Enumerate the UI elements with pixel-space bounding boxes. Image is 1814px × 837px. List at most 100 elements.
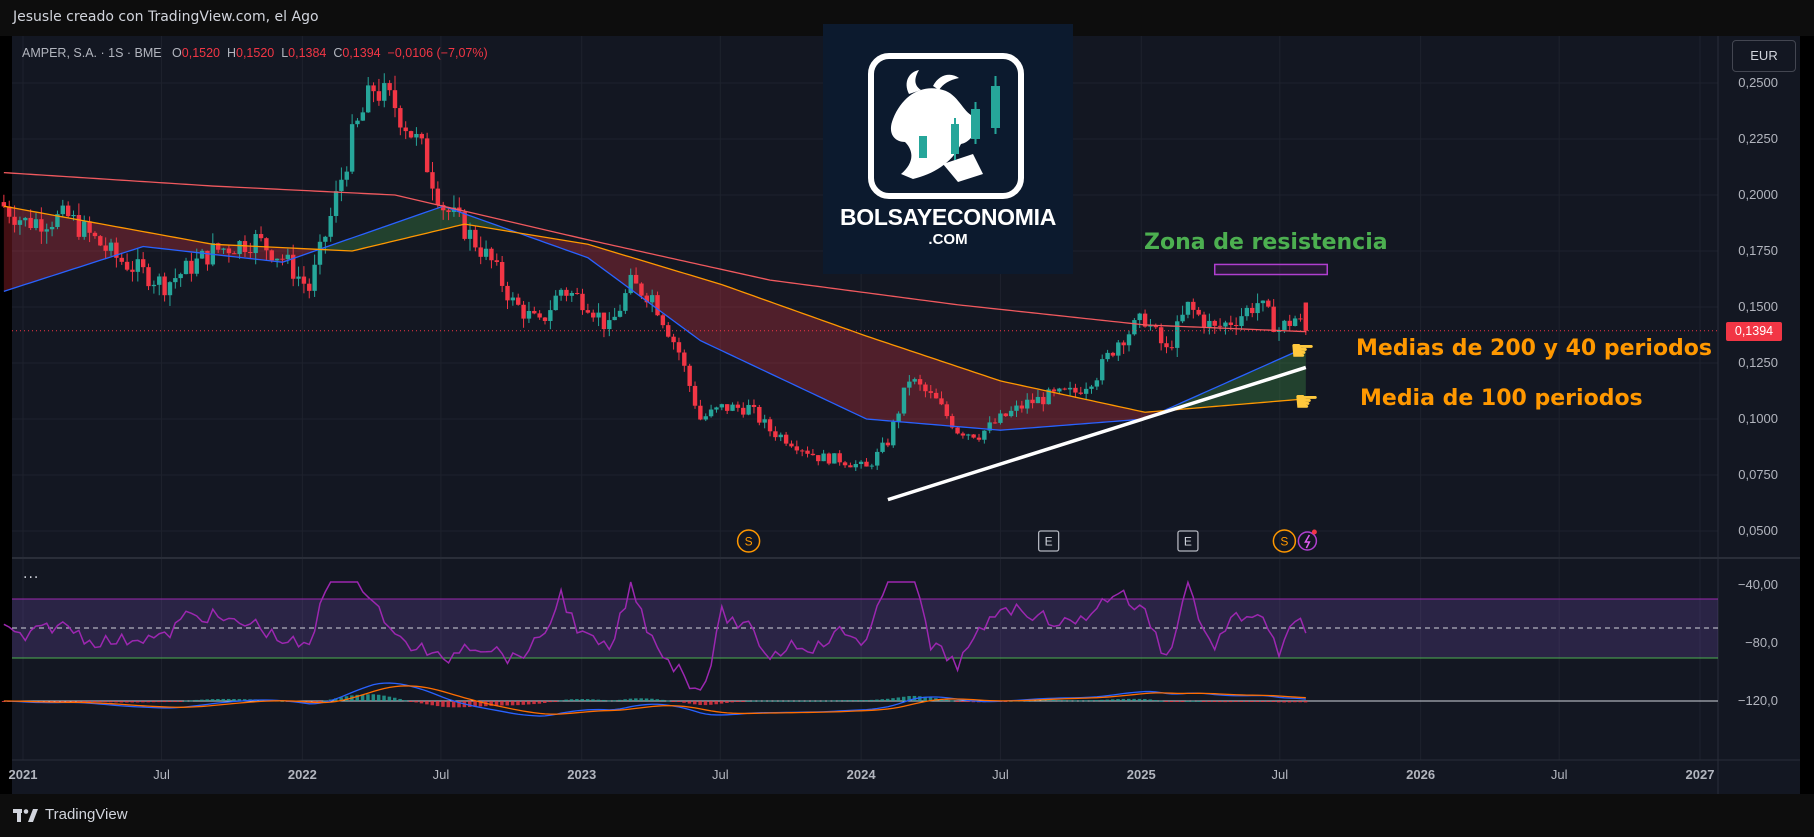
candle-body — [92, 232, 98, 237]
macd-histogram-bar — [709, 701, 713, 705]
macd-histogram-bar — [794, 700, 799, 702]
symbol-name[interactable]: AMPER, S.A. · 1S · BME — [22, 46, 162, 60]
candle-body — [853, 464, 858, 468]
macd-histogram-bar — [1202, 701, 1206, 702]
candle-body — [349, 124, 355, 172]
candle-body — [355, 120, 360, 125]
candle-body — [285, 254, 291, 260]
macd-histogram-bar — [864, 700, 868, 702]
macd-histogram-bar — [639, 698, 643, 701]
candle-body — [167, 282, 173, 296]
candle-body — [789, 443, 794, 447]
high-label: H — [226, 46, 236, 60]
candle-body — [39, 219, 44, 232]
macd-histogram-bar — [1223, 701, 1227, 703]
logo-name: BOLSAYECONOMIA — [839, 204, 1057, 230]
y-tick-label: 0,0750 — [1738, 467, 1778, 482]
candle-body — [194, 258, 199, 274]
macd-histogram-bar — [885, 698, 890, 701]
macd-histogram-bar — [1228, 701, 1233, 703]
macd-histogram-bar — [644, 698, 649, 701]
candle-body — [1003, 413, 1008, 417]
macd-histogram-bar — [141, 701, 145, 703]
candle-body — [403, 127, 408, 132]
candle-body — [971, 434, 976, 438]
macd-histogram-bar — [392, 697, 397, 701]
candle-body — [1233, 325, 1239, 327]
candle-body — [398, 108, 403, 128]
x-tick-label: 2024 — [847, 767, 877, 782]
candle-body — [494, 260, 499, 263]
x-tick-label: 2027 — [1686, 767, 1715, 782]
candle-body — [1057, 388, 1062, 392]
macd-histogram-bar — [901, 696, 906, 701]
indicator-y-tick: −40,00 — [1738, 577, 1778, 592]
macd-histogram-bar — [891, 698, 895, 701]
candle-body — [376, 91, 382, 101]
candle-body — [49, 226, 55, 230]
macd-histogram-bar — [682, 701, 686, 703]
candle-body — [44, 229, 49, 232]
macd-histogram-bar — [810, 700, 815, 702]
macd-histogram-bar — [119, 701, 124, 703]
candle-body — [467, 229, 473, 239]
macd-histogram-bar — [698, 701, 702, 705]
candle-body — [976, 437, 982, 440]
candle-body — [108, 242, 114, 251]
candle-body — [483, 248, 489, 257]
candle-body — [901, 387, 907, 414]
candle-body — [1244, 307, 1250, 317]
candle-body — [1132, 320, 1137, 335]
indicator-menu-icon[interactable]: ··· — [23, 570, 39, 586]
ma-ribbon-fills — [3, 206, 1306, 431]
candle-body — [885, 442, 891, 446]
candle-body — [741, 407, 746, 415]
alert-dot-icon — [1311, 529, 1317, 535]
macd-histogram-bar — [821, 700, 826, 702]
candle-body — [151, 284, 157, 287]
macd-histogram-bar — [510, 701, 515, 706]
macd-histogram-bar — [135, 701, 140, 703]
candle-body — [371, 85, 376, 92]
indicator-y-tick: −120,0 — [1738, 693, 1778, 708]
candle-body — [842, 462, 848, 466]
candle-body — [633, 274, 639, 284]
currency-button[interactable]: EUR — [1732, 40, 1796, 72]
candle-body — [1094, 380, 1100, 387]
macd-histogram-bar — [1255, 701, 1260, 702]
macd-histogram-bar — [1159, 700, 1163, 702]
macd-histogram-bar — [1121, 698, 1126, 701]
macd-histogram-bar — [532, 701, 536, 705]
candle-body — [1126, 334, 1132, 346]
macd-histogram-bar — [1094, 700, 1099, 702]
candle-body — [489, 248, 494, 261]
macd-histogram-bar — [768, 700, 772, 702]
symbol-legend[interactable]: AMPER, S.A. · 1S · BME O0,1520 H0,1520 L… — [22, 46, 488, 60]
event-label: E — [1184, 535, 1192, 549]
candle-body — [33, 219, 39, 229]
candle-body — [799, 450, 805, 452]
macd-histogram-bar — [403, 700, 408, 702]
macd-histogram-bar — [1277, 701, 1281, 703]
macd-histogram-bar — [516, 701, 520, 706]
candle-body — [655, 295, 660, 316]
candle-body — [124, 261, 130, 270]
candle-body — [1014, 405, 1019, 411]
macd-histogram-bar — [714, 701, 718, 705]
candle-body — [724, 404, 730, 411]
candle-body — [82, 221, 87, 237]
candle-body — [424, 138, 430, 173]
candle-body — [183, 260, 189, 275]
change-value: −0,0106 (−7,07%) — [387, 46, 488, 60]
candle-body — [333, 191, 339, 216]
macd-histogram-bar — [419, 701, 424, 704]
candle-body — [564, 289, 569, 296]
candle-body — [832, 453, 837, 464]
tradingview-brand[interactable]: TradingView — [13, 806, 128, 823]
macd-histogram-bar — [778, 700, 783, 702]
macd-histogram-bar — [1137, 698, 1142, 701]
ma-100-label: Media de 100 periodos — [1360, 386, 1643, 411]
resistance-label: Zona de resistencia — [1144, 230, 1388, 255]
candle-body — [928, 391, 933, 393]
candle-body — [1287, 320, 1292, 326]
